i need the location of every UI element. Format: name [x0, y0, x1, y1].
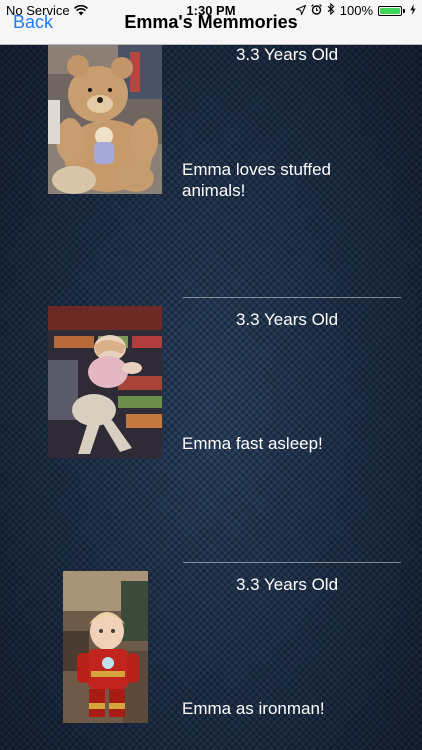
memory-caption: Emma as ironman! — [182, 699, 325, 718]
divider — [183, 562, 401, 563]
age-label: 3.3 Years Old — [235, 575, 339, 594]
age-label: 3.3 Years Old — [235, 310, 339, 329]
navigation-header: No Service 1:30 PM 100% Back Emma's Memm… — [0, 0, 422, 45]
memory-caption: Emma loves stuffed animals! — [182, 160, 331, 200]
age-label: 3.3 Years Old — [235, 45, 339, 64]
divider — [183, 297, 401, 298]
sleeping-photo[interactable] — [48, 306, 162, 458]
memory-item[interactable]: 3.3 Years Old Emma fast asleep! — [0, 270, 422, 535]
ironman-photo[interactable] — [63, 571, 148, 723]
memory-item[interactable]: 3.3 Years Old Emma as ironman! — [0, 535, 422, 750]
teddy-bear-photo[interactable] — [48, 44, 162, 194]
page-title: Emma's Memmories — [124, 12, 298, 32]
memory-caption: Emma fast asleep! — [182, 434, 323, 453]
